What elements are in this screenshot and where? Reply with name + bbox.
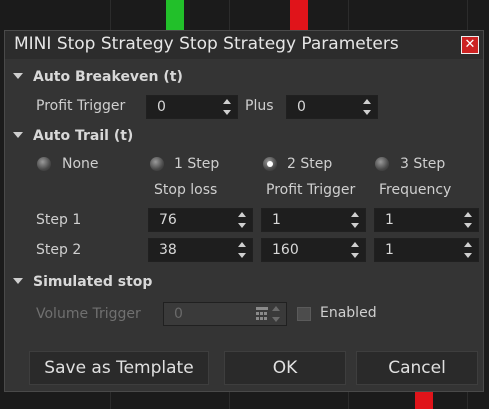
volume-trigger-input[interactable]: 0 <box>163 302 287 326</box>
step-1-stop-loss-input[interactable]: 76 <box>148 208 253 232</box>
calculator-icon[interactable] <box>256 307 268 321</box>
chart-candle-green <box>166 0 184 30</box>
auto-breakeven-header[interactable]: Auto Breakeven (t) <box>13 69 183 85</box>
profit-trigger-label: Profit Trigger <box>36 98 126 114</box>
spinner-arrows-icon[interactable] <box>464 241 474 259</box>
enabled-label: Enabled <box>320 305 377 321</box>
ok-button[interactable]: OK <box>224 351 346 385</box>
step-1-profit-trigger-input[interactable]: 1 <box>261 208 366 232</box>
enabled-checkbox[interactable] <box>297 307 311 321</box>
spinner-arrows-icon[interactable] <box>238 241 248 259</box>
close-icon: ✕ <box>464 37 476 52</box>
close-button[interactable]: ✕ <box>461 36 479 54</box>
breakeven-plus-input[interactable]: 0 <box>286 95 378 119</box>
spinner-arrows-icon[interactable] <box>351 241 361 259</box>
radio-3-step-label: 3 Step <box>400 156 446 172</box>
step-2-label: Step 2 <box>36 242 82 258</box>
spinner-arrows-icon[interactable] <box>351 211 361 229</box>
column-header-stop-loss: Stop loss <box>154 182 218 198</box>
spinner-arrows-icon[interactable] <box>238 211 248 229</box>
column-header-frequency: Frequency <box>379 182 452 198</box>
radio-2-step-label: 2 Step <box>287 156 333 172</box>
save-as-template-button[interactable]: Save as Template <box>29 351 209 385</box>
plus-label: Plus <box>245 98 274 114</box>
breakeven-profit-trigger-input[interactable]: 0 <box>146 95 238 119</box>
radio-1-step[interactable] <box>150 157 164 171</box>
collapse-triangle-icon <box>13 132 23 138</box>
collapse-triangle-icon <box>13 73 23 79</box>
radio-2-step[interactable] <box>263 157 277 171</box>
radio-1-step-label: 1 Step <box>174 156 220 172</box>
step-2-stop-loss-input[interactable]: 38 <box>148 238 253 262</box>
volume-trigger-label: Volume Trigger <box>36 306 141 322</box>
chart-candle-red <box>290 0 308 30</box>
chart-candle-red <box>415 392 433 409</box>
radio-none-label: None <box>62 156 99 172</box>
cancel-button[interactable]: Cancel <box>356 351 478 385</box>
column-header-profit-trigger: Profit Trigger <box>266 182 356 198</box>
spinner-arrows-icon[interactable] <box>464 211 474 229</box>
step-1-frequency-input[interactable]: 1 <box>374 208 479 232</box>
radio-none[interactable] <box>37 157 51 171</box>
spinner-arrows-icon[interactable] <box>363 98 373 116</box>
title-bar[interactable]: MINI Stop Strategy Stop Strategy Paramet… <box>5 31 483 59</box>
step-2-frequency-input[interactable]: 1 <box>374 238 479 262</box>
collapse-triangle-icon <box>13 278 23 284</box>
step-1-label: Step 1 <box>36 212 82 228</box>
step-2-profit-trigger-input[interactable]: 160 <box>261 238 366 262</box>
spinner-arrows-icon[interactable] <box>223 98 233 116</box>
simulated-stop-header[interactable]: Simulated stop <box>13 274 152 290</box>
radio-3-step[interactable] <box>375 157 389 171</box>
window-title: MINI Stop Strategy Stop Strategy Paramet… <box>14 34 399 54</box>
auto-trail-header[interactable]: Auto Trail (t) <box>13 128 133 144</box>
stop-strategy-dialog: MINI Stop Strategy Stop Strategy Paramet… <box>4 30 484 392</box>
spinner-arrows-icon[interactable] <box>272 305 282 323</box>
